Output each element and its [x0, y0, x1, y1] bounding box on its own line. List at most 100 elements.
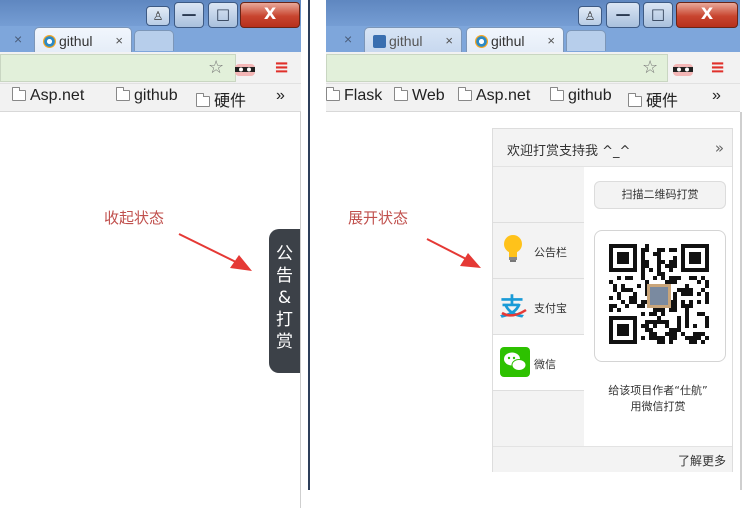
bookmark-github[interactable]: github	[549, 87, 612, 105]
address-bar[interactable]	[0, 54, 236, 82]
folder-icon	[627, 93, 642, 107]
bookmark-asp-net[interactable]: Asp.net	[11, 87, 85, 105]
tab-label: githul	[389, 33, 423, 49]
minimize-button[interactable]: —	[174, 2, 204, 28]
new-tab-button[interactable]	[134, 30, 174, 51]
arrow-collapsed	[178, 233, 252, 271]
notice-tab-char: 赏	[276, 332, 293, 352]
panel-footer: 了解更多	[493, 446, 732, 472]
bookmark-star-icon[interactable]: ☆	[642, 57, 658, 79]
image-favicon-icon	[373, 35, 386, 48]
maximize-button[interactable]: □	[208, 2, 238, 28]
lightbulb-icon	[504, 235, 522, 262]
bookmark-label: github	[134, 87, 178, 104]
menu-icon[interactable]: ≡	[710, 57, 725, 79]
close-icon: X	[263, 4, 277, 23]
partial-tab-close-icon[interactable]: ×	[14, 31, 22, 47]
notice-tab-char: 公	[276, 244, 293, 264]
alipay-icon: 支	[500, 293, 527, 319]
scrollbar[interactable]	[740, 112, 742, 490]
divider	[301, 0, 326, 508]
profile-icon[interactable]: ♙	[146, 6, 170, 26]
bookmark-label: Asp.net	[476, 87, 531, 104]
extension-mask-icon[interactable]	[234, 61, 256, 76]
bookmark-label: Flask	[344, 87, 383, 104]
close-icon: X	[700, 4, 714, 23]
qr-caption-line2: 用微信打赏	[630, 400, 686, 413]
github-favicon-icon	[43, 35, 56, 48]
profile-icon[interactable]: ♙	[578, 6, 602, 26]
folder-icon	[11, 87, 26, 101]
bookmarks-overflow-icon[interactable]: »	[276, 87, 285, 105]
sidebar-item-label: 公告栏	[534, 246, 567, 259]
extension-mask-icon[interactable]	[672, 61, 694, 76]
address-bar[interactable]	[326, 54, 668, 82]
maximize-icon: □	[650, 5, 666, 23]
folder-icon	[326, 87, 340, 101]
maximize-button[interactable]: □	[643, 2, 673, 28]
minimize-icon: —	[615, 5, 631, 23]
qr-code-image	[609, 244, 709, 344]
sidebar-item-alipay[interactable]: 支 支付宝	[493, 278, 584, 334]
sidebar-item-label: 支付宝	[534, 302, 567, 315]
bookmarks-overflow-icon[interactable]: »	[712, 87, 721, 105]
folder-icon	[195, 93, 210, 107]
folder-icon	[115, 87, 130, 101]
panel-content: 扫描二维码打赏 给该项目作者“仕航” 用微信打赏	[584, 167, 732, 446]
bookmark-star-icon[interactable]: ☆	[208, 57, 224, 79]
sidebar-item-notice[interactable]: 公告栏	[493, 222, 584, 278]
bookmark-hardware[interactable]: 硬件	[195, 87, 247, 111]
collapse-panel-icon[interactable]: »	[715, 139, 724, 157]
folder-icon	[457, 87, 472, 101]
divider-line	[308, 0, 310, 490]
bookmark-hardware[interactable]: 硬件	[627, 87, 679, 111]
learn-more-link[interactable]: 了解更多	[678, 454, 726, 468]
bookmark-github[interactable]: github	[115, 87, 178, 105]
new-tab-button[interactable]	[566, 30, 606, 51]
sidebar-divider	[493, 390, 584, 391]
notice-tab-char: 告	[276, 266, 293, 286]
close-window-button[interactable]: X	[676, 2, 738, 28]
tab-close-icon[interactable]: ×	[445, 33, 453, 48]
wechat-icon	[500, 347, 530, 377]
caption-collapsed: 收起状态	[104, 209, 165, 227]
toolbar: ☆ ≡	[326, 52, 740, 84]
minimize-icon: —	[181, 5, 197, 23]
close-window-button[interactable]: X	[240, 2, 300, 28]
panel-header: 欢迎打赏支持我 ^_^ »	[493, 129, 732, 167]
bookmark-label: Asp.net	[30, 87, 85, 104]
notice-donate-tab[interactable]: 公 告 & 打 赏	[269, 229, 300, 373]
bookmark-web[interactable]: Web	[393, 87, 445, 105]
bookmark-label: Web	[412, 87, 445, 104]
maximize-icon: □	[215, 5, 231, 23]
tab-github-2[interactable]: githul ×	[466, 27, 564, 54]
tab-close-icon[interactable]: ×	[115, 33, 123, 48]
donate-panel: 欢迎打赏支持我 ^_^ » 公告栏 支 支付宝 微信 扫描二维码打赏 给该项目作…	[492, 128, 733, 472]
bookmark-label: github	[568, 87, 612, 104]
sidebar-item-label: 微信	[534, 358, 556, 371]
arrow-expanded	[426, 238, 481, 268]
toolbar: ☆ ≡	[0, 52, 301, 84]
sidebar-item-wechat[interactable]: 微信	[493, 334, 584, 390]
qr-code-card	[594, 230, 726, 362]
tab-github-1[interactable]: githul ×	[364, 27, 462, 54]
bookmarks-bar: Flask Web Asp.net github 硬件 »	[326, 84, 740, 112]
notice-tab-char: &	[277, 288, 292, 308]
bookmarks-bar: Asp.net github 硬件 »	[0, 84, 301, 112]
tab-close-icon[interactable]: ×	[547, 33, 555, 48]
folder-icon	[393, 87, 408, 101]
panel-title: 欢迎打赏支持我 ^_^	[507, 144, 631, 159]
partial-tab-close-icon[interactable]: ×	[344, 31, 352, 47]
tab-label: githul	[59, 33, 93, 49]
panel-sidebar: 公告栏 支 支付宝 微信	[493, 167, 584, 446]
qr-caption: 给该项目作者“仕航” 用微信打赏	[584, 383, 732, 415]
menu-icon[interactable]: ≡	[274, 57, 289, 79]
tab-github[interactable]: githul ×	[34, 27, 132, 54]
bookmark-flask[interactable]: Flask	[326, 87, 382, 105]
tab-label: githul	[491, 33, 525, 49]
bookmark-label: 硬件	[214, 93, 247, 110]
bookmark-label: 硬件	[646, 93, 679, 110]
minimize-button[interactable]: —	[606, 2, 640, 28]
bookmark-asp-net[interactable]: Asp.net	[457, 87, 531, 105]
scan-qr-button[interactable]: 扫描二维码打赏	[594, 181, 726, 209]
